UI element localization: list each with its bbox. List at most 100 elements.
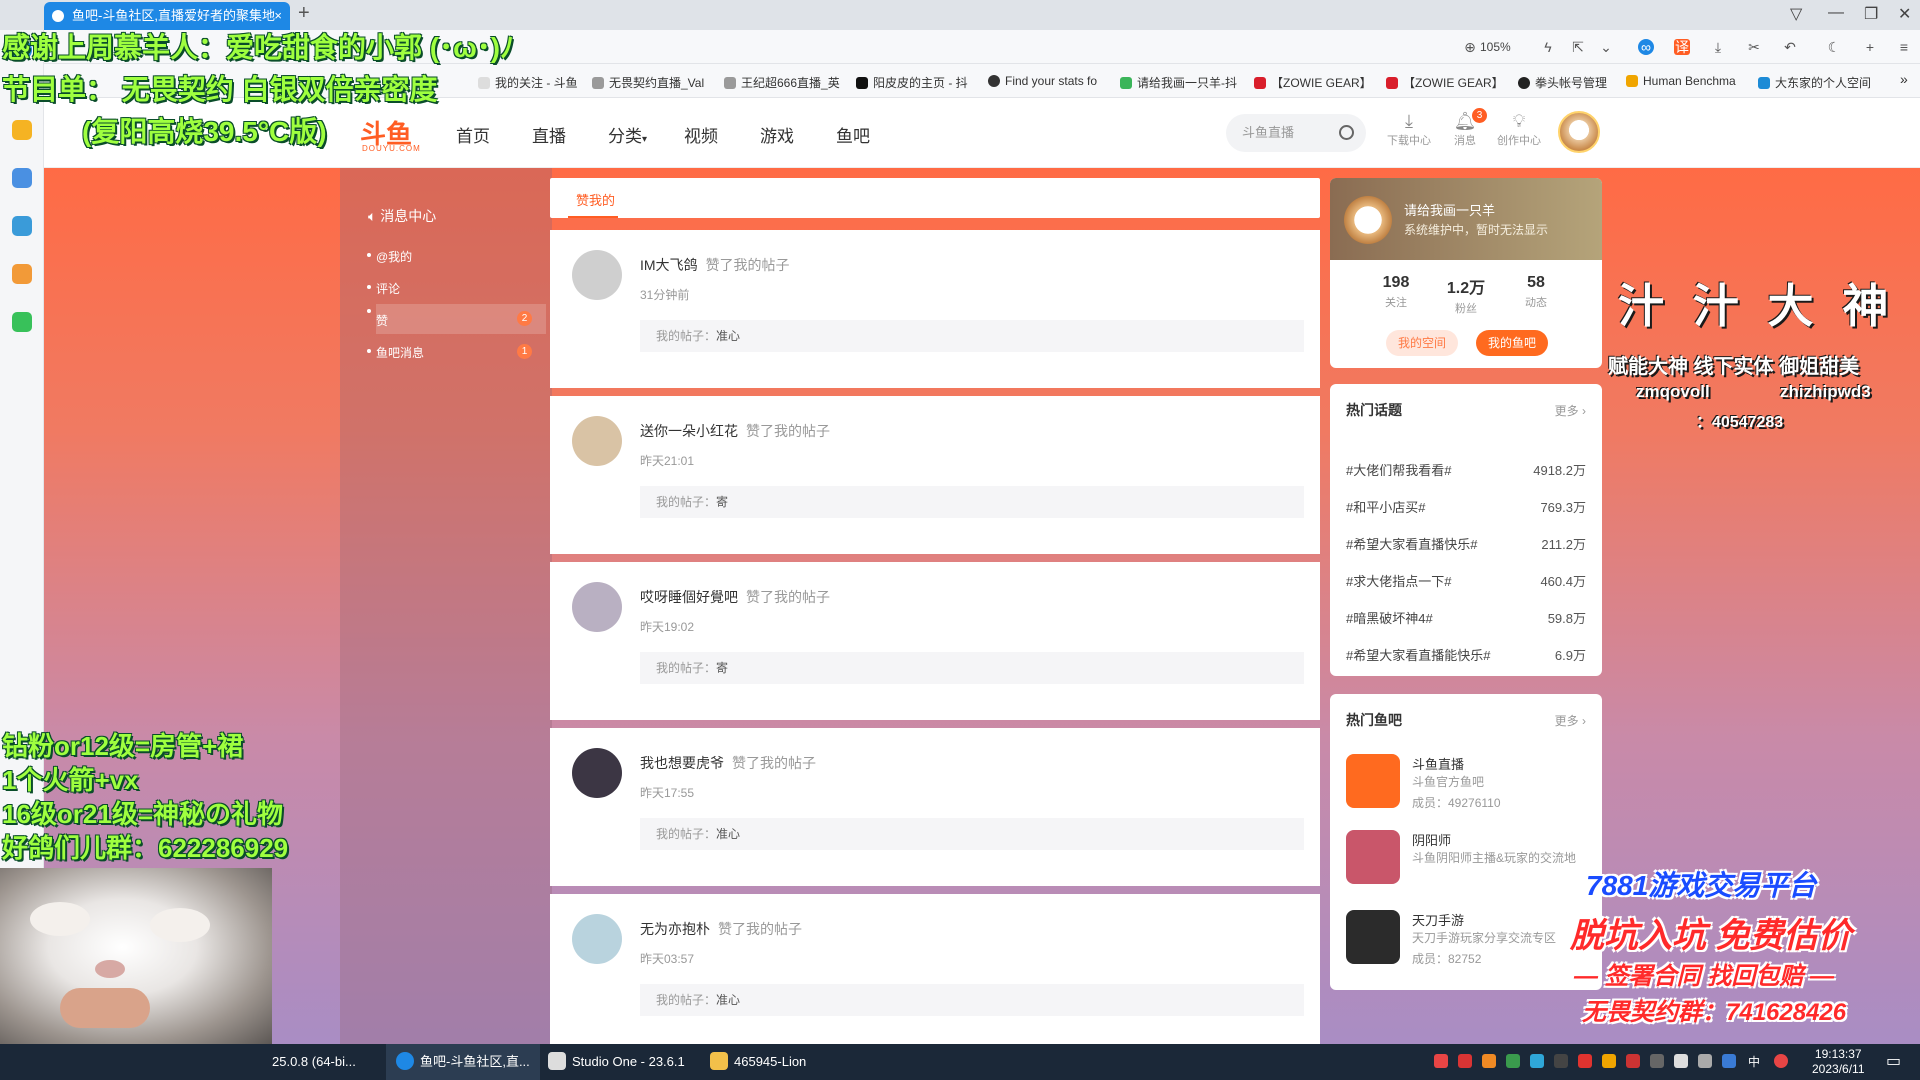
- tray-icon[interactable]: [1774, 1054, 1788, 1068]
- taskbar-item[interactable]: 25.0.8 (64-bi...: [272, 1044, 356, 1080]
- close-window-icon[interactable]: ✕: [1898, 4, 1911, 24]
- topic-row[interactable]: #希望大家看直播能快乐# 6.9万: [1346, 645, 1586, 664]
- bookmark-item[interactable]: 阳皮皮的主页 - 抖: [856, 74, 968, 91]
- user-avatar[interactable]: [572, 914, 622, 964]
- bookmark-item[interactable]: 【ZOWIE GEAR】: [1386, 74, 1504, 91]
- bookmarks-overflow-icon[interactable]: »: [1900, 71, 1908, 87]
- tray-icon[interactable]: [1602, 1054, 1616, 1068]
- menu-icon[interactable]: ≡: [1896, 39, 1912, 55]
- fishbar-row[interactable]: 阴阳师 斗鱼阴阳师主播&玩家的交流地: [1346, 826, 1586, 886]
- user-avatar[interactable]: [572, 250, 622, 300]
- nav-video[interactable]: 视频: [684, 122, 718, 147]
- liker-name[interactable]: IM大飞鸽: [640, 257, 698, 273]
- bookmark-item[interactable]: 大东家的个人空间: [1758, 74, 1871, 91]
- search-icon[interactable]: [1339, 125, 1354, 140]
- translate-icon[interactable]: 译: [1674, 39, 1690, 55]
- user-avatar[interactable]: [572, 748, 622, 798]
- leftnav-item-likes[interactable]: 赞2: [367, 304, 546, 334]
- hot-fishbars-more-link[interactable]: 更多 ›: [1555, 712, 1586, 729]
- bookmark-item[interactable]: 王纪超666直播_英: [724, 74, 840, 91]
- liked-post[interactable]: 我的帖子：准心: [640, 320, 1304, 352]
- topic-row[interactable]: #大佬们帮我看看# 4918.2万: [1346, 460, 1586, 479]
- bookmark-item[interactable]: Human Benchma: [1626, 74, 1736, 88]
- user-avatar[interactable]: [572, 416, 622, 466]
- hot-topics-more-link[interactable]: 更多 ›: [1555, 402, 1586, 419]
- undo-icon[interactable]: ↶: [1782, 39, 1798, 55]
- tray-icon[interactable]: [1482, 1054, 1496, 1068]
- tray-icon[interactable]: [1506, 1054, 1520, 1068]
- tray-icon[interactable]: [1434, 1054, 1448, 1068]
- moon-icon[interactable]: ☾: [1826, 39, 1842, 55]
- star-icon[interactable]: [12, 120, 32, 140]
- notification-icon[interactable]: ▭: [1886, 1044, 1901, 1080]
- lightning-icon[interactable]: ϟ: [1540, 39, 1556, 55]
- new-tab-button[interactable]: +: [298, 2, 310, 25]
- fishbar-row[interactable]: 斗鱼直播 斗鱼官方鱼吧 成员：49276110: [1346, 750, 1586, 810]
- tray-icon[interactable]: [1626, 1054, 1640, 1068]
- tray-icon[interactable]: [1458, 1054, 1472, 1068]
- tray-icon[interactable]: [1530, 1054, 1544, 1068]
- wechat-icon[interactable]: [12, 312, 32, 332]
- tray-icon[interactable]: [1698, 1054, 1712, 1068]
- liked-post[interactable]: 我的帖子：准心: [640, 818, 1304, 850]
- nav-live[interactable]: 直播: [532, 122, 566, 147]
- leftnav-item-at-me[interactable]: @我的: [367, 248, 546, 264]
- stat-posts[interactable]: 58 动态: [1506, 274, 1566, 310]
- leftnav-item-comments[interactable]: 评论: [367, 280, 546, 296]
- plus-icon[interactable]: +: [1862, 39, 1878, 55]
- liker-name[interactable]: 哎呀睡個好覺吧: [640, 589, 738, 605]
- share-icon[interactable]: ⇱: [1570, 39, 1586, 55]
- nav-game[interactable]: 游戏: [760, 122, 794, 147]
- taskbar-item-browser[interactable]: 鱼吧-斗鱼社区,直...: [386, 1044, 540, 1080]
- header-creator-center[interactable]: 💡︎ 创作中心: [1496, 110, 1542, 148]
- search-input[interactable]: 斗鱼直播: [1226, 114, 1366, 152]
- shirt-icon[interactable]: ▽: [1790, 4, 1802, 24]
- bookmark-item[interactable]: 请给我画一只羊-抖: [1120, 74, 1237, 91]
- liked-post[interactable]: 我的帖子：寄: [640, 486, 1304, 518]
- topic-row[interactable]: #希望大家看直播快乐# 211.2万: [1346, 534, 1586, 553]
- tray-icon[interactable]: [1674, 1054, 1688, 1068]
- profile-name[interactable]: 请给我画一只羊: [1404, 200, 1495, 219]
- my-space-button[interactable]: 我的空间: [1386, 330, 1458, 356]
- stat-following[interactable]: 198 关注: [1366, 274, 1426, 310]
- topic-row[interactable]: #求大佬指点一下# 460.4万: [1346, 571, 1586, 590]
- liked-post[interactable]: 我的帖子：准心: [640, 984, 1304, 1016]
- user-avatar[interactable]: [1558, 111, 1600, 153]
- zoom-icon[interactable]: ⊕: [1462, 39, 1478, 55]
- taskbar-item[interactable]: Studio One - 23.6.1: [548, 1044, 685, 1080]
- taskbar-item[interactable]: 465945-Lion: [710, 1044, 806, 1080]
- tray-icon[interactable]: [1722, 1054, 1736, 1068]
- bag-icon[interactable]: [12, 216, 32, 236]
- liked-post[interactable]: 我的帖子：寄: [640, 652, 1304, 684]
- extension-infinity-icon[interactable]: ∞: [1638, 39, 1654, 55]
- chevron-down-icon[interactable]: ⌄: [1598, 39, 1614, 55]
- leftnav-item-fishbar-messages[interactable]: 鱼吧消息 1: [367, 344, 546, 360]
- stat-fans[interactable]: 1.2万 粉丝: [1436, 274, 1496, 316]
- nav-home[interactable]: 首页: [456, 122, 490, 147]
- header-messages[interactable]: 🔔︎ 消息 3: [1442, 108, 1488, 148]
- topic-row[interactable]: #暗黑破坏神4# 59.8万: [1346, 608, 1586, 627]
- tab-liked-me[interactable]: 赞我的: [576, 190, 615, 209]
- profile-avatar[interactable]: [1344, 196, 1392, 244]
- ime-indicator[interactable]: 中: [1748, 1044, 1760, 1080]
- bookmark-item[interactable]: 我的关注 - 斗鱼: [478, 74, 578, 91]
- header-download-center[interactable]: ⤓ 下载中心: [1386, 110, 1432, 148]
- nav-category[interactable]: 分类▾: [608, 122, 647, 147]
- bookmark-item[interactable]: 【ZOWIE GEAR】: [1254, 74, 1372, 91]
- liker-name[interactable]: 我也想要虎爷: [640, 755, 724, 771]
- tray-icon[interactable]: [1554, 1054, 1568, 1068]
- tray-icon[interactable]: [1650, 1054, 1664, 1068]
- restore-icon[interactable]: ❐: [1864, 4, 1878, 24]
- bookmark-item[interactable]: 无畏契约直播_Val: [592, 74, 704, 91]
- bookmark-item[interactable]: 拳头帐号管理: [1518, 74, 1607, 91]
- topic-row[interactable]: #和平小店买# 769.3万: [1346, 497, 1586, 516]
- search-sidebar-icon[interactable]: [12, 264, 32, 284]
- system-clock[interactable]: 19:13:37 2023/6/11: [1812, 1047, 1865, 1077]
- download-toolbar-icon[interactable]: ⤓: [1710, 39, 1726, 55]
- tray-icon[interactable]: [1578, 1054, 1592, 1068]
- my-fishbar-button[interactable]: 我的鱼吧: [1476, 330, 1548, 356]
- liker-name[interactable]: 送你一朵小红花: [640, 423, 738, 439]
- fishbar-row[interactable]: 天刀手游 天刀手游玩家分享交流专区 成员：82752: [1346, 906, 1586, 966]
- user-avatar[interactable]: [572, 582, 622, 632]
- minimize-icon[interactable]: —: [1828, 4, 1844, 22]
